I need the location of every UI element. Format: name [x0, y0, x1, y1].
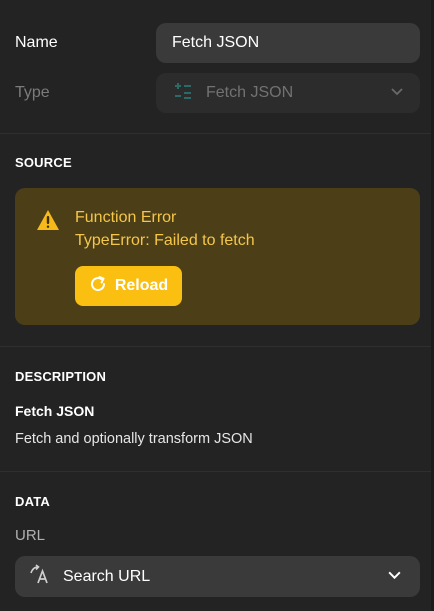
chevron-down-icon	[387, 567, 402, 587]
type-select[interactable]: Fetch JSON	[156, 73, 420, 113]
source-section-title: SOURCE	[15, 155, 72, 170]
type-value: Fetch JSON	[206, 84, 294, 101]
reload-icon	[89, 275, 115, 298]
error-message: TypeError: Failed to fetch	[75, 232, 255, 249]
reload-label: Reload	[114, 277, 169, 294]
data-section-title: DATA	[15, 494, 50, 509]
search-url-icon	[29, 563, 63, 590]
properties-panel: Name Type Fetch JSON SOURCE	[0, 0, 434, 611]
url-select-value: Search URL	[63, 567, 151, 585]
error-title: Function Error	[75, 209, 177, 226]
function-icon	[172, 80, 206, 107]
name-input[interactable]	[156, 23, 420, 63]
description-section-title: DESCRIPTION	[15, 369, 107, 384]
reload-button[interactable]: Reload	[75, 266, 182, 306]
description-name: Fetch JSON	[15, 403, 95, 419]
name-label: Name	[15, 34, 58, 51]
chevron-down-icon	[390, 84, 404, 103]
type-row: Type Fetch JSON	[15, 73, 420, 113]
function-error-alert: Function Error TypeError: Failed to fetc…	[15, 188, 420, 325]
type-label: Type	[15, 84, 50, 101]
url-select[interactable]: Search URL	[15, 556, 420, 597]
description-text: Fetch and optionally transform JSON	[15, 431, 253, 447]
divider	[0, 346, 434, 347]
divider	[0, 133, 434, 134]
name-row: Name	[15, 23, 420, 63]
url-label: URL	[15, 527, 46, 544]
divider	[0, 471, 434, 472]
